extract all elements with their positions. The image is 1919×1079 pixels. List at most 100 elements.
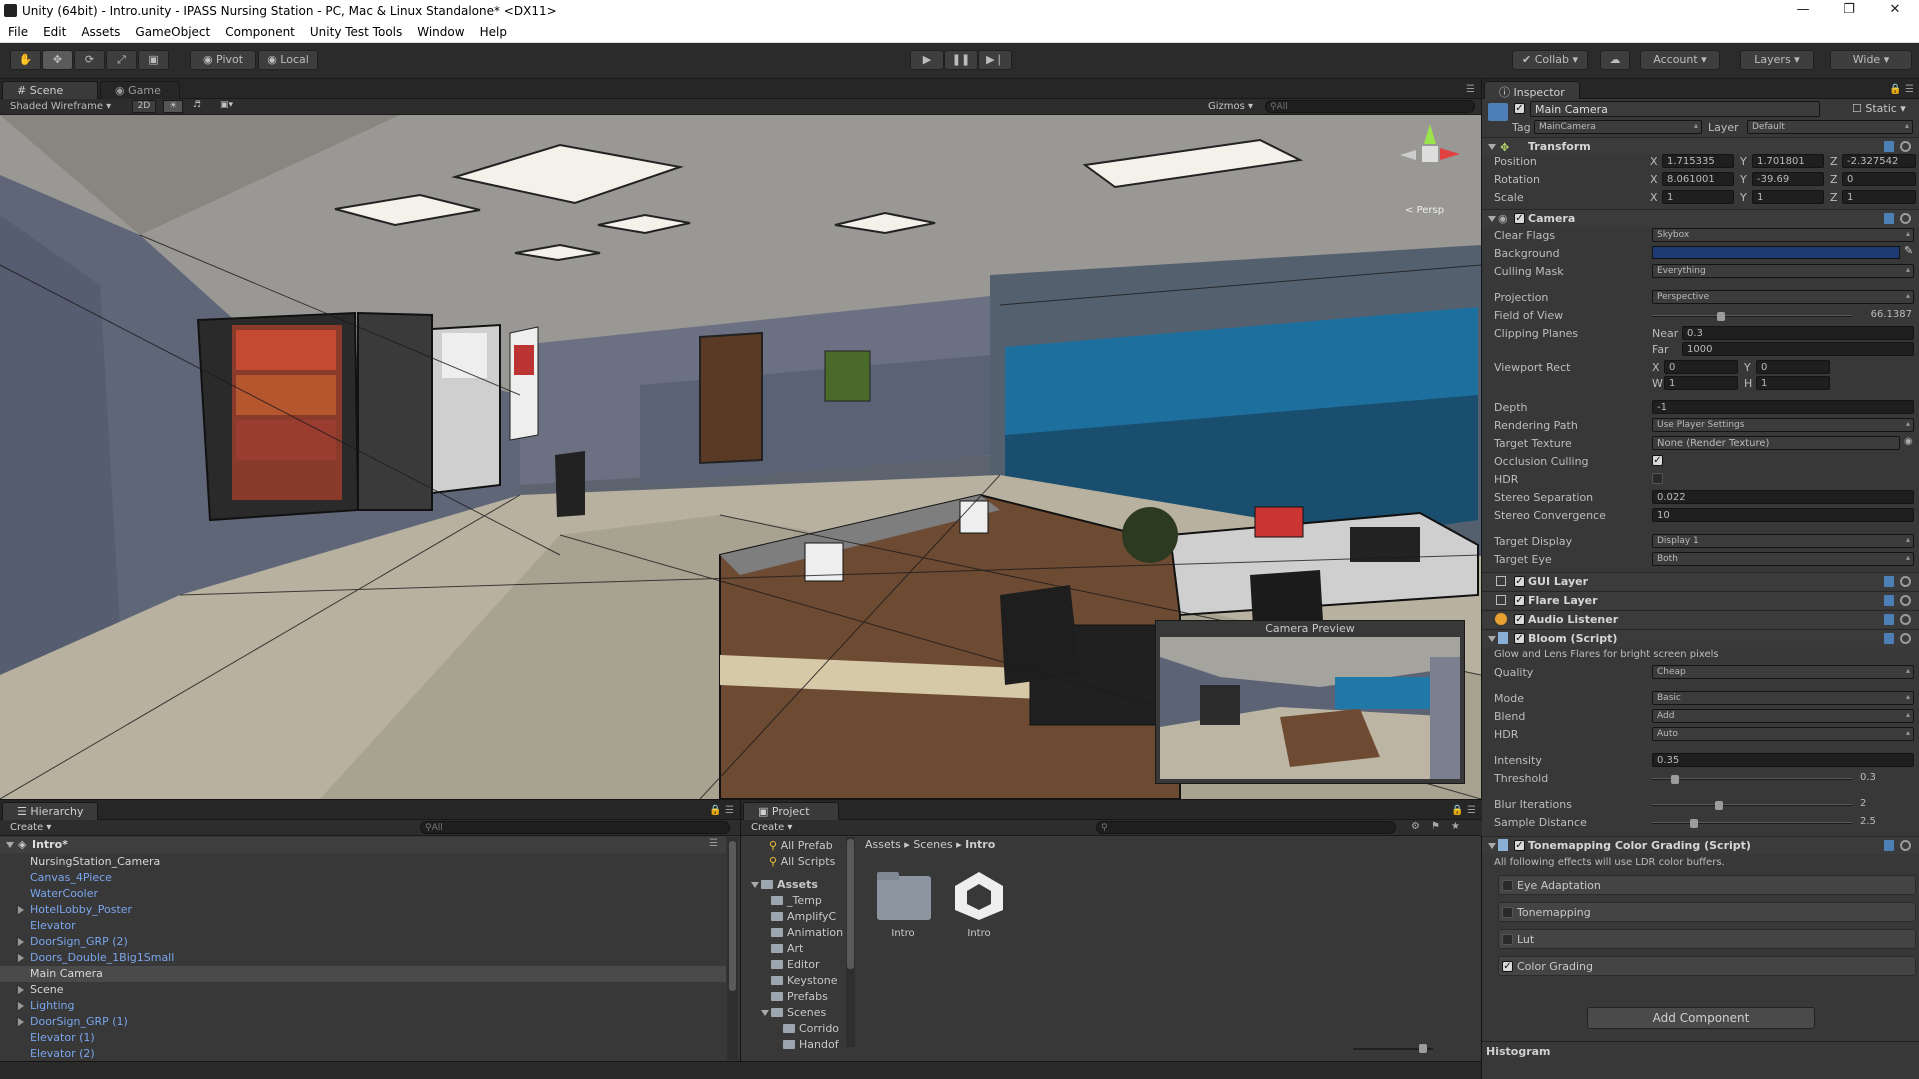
menu-component[interactable]: Component	[217, 22, 302, 39]
tag-dropdown[interactable]: MainCamera	[1534, 120, 1702, 134]
lut-section[interactable]: Lut	[1498, 929, 1916, 949]
target-texture-field[interactable]: None (Render Texture)	[1652, 436, 1900, 450]
flare-layer-header[interactable]: ✓ Flare Layer	[1482, 591, 1919, 609]
account-dropdown[interactable]: Account ▾	[1640, 50, 1720, 70]
eye-adaptation-checkbox[interactable]	[1502, 880, 1513, 891]
settings-gear-icon[interactable]	[1900, 840, 1911, 851]
hand-tool-button[interactable]: ✋	[10, 50, 41, 70]
folder-item[interactable]: Keystone	[771, 974, 837, 987]
hierarchy-scrollbar[interactable]	[727, 837, 738, 1060]
favorite-all-prefabs[interactable]: ⚲ All Prefab	[769, 839, 833, 852]
threshold-slider[interactable]	[1652, 775, 1852, 784]
scale-tool-button[interactable]: ⤢	[106, 50, 137, 70]
eye-adaptation-section[interactable]: Eye Adaptation	[1498, 875, 1916, 895]
folder-item[interactable]: Editor	[771, 958, 820, 971]
menu-help[interactable]: Help	[472, 22, 514, 39]
audio-listener-checkbox[interactable]: ✓	[1514, 614, 1525, 625]
hierarchy-create-dropdown[interactable]: Create ▾	[10, 822, 51, 833]
sample-distance-slider-knob[interactable]	[1690, 819, 1699, 828]
expand-arrow-icon[interactable]	[18, 986, 24, 994]
project-tree-scrollbar[interactable]	[846, 837, 855, 1047]
foldout-arrow-icon[interactable]	[1488, 216, 1496, 222]
tab-game[interactable]: ◉ Game	[100, 81, 180, 99]
layers-dropdown[interactable]: Layers ▾	[1740, 50, 1814, 70]
viewport-w-field[interactable]: 1	[1664, 376, 1738, 390]
folder-item[interactable]: Animation	[771, 926, 843, 939]
foldout-arrow-icon[interactable]	[751, 882, 759, 888]
foldout-arrow-icon[interactable]	[1488, 144, 1496, 150]
gizmo-y-axis[interactable]	[1424, 124, 1436, 144]
draw-mode-dropdown[interactable]: Shaded Wireframe ▾	[10, 101, 111, 112]
settings-gear-icon[interactable]	[1900, 595, 1911, 606]
list-item[interactable]: Scene	[30, 983, 64, 996]
clear-flags-dropdown[interactable]: Skybox	[1652, 228, 1914, 242]
scene-search-input[interactable]: ⚲All	[1265, 100, 1475, 113]
breadcrumb-item-current[interactable]: Intro	[965, 838, 995, 851]
projection-dropdown[interactable]: Perspective	[1652, 290, 1914, 304]
color-grading-checkbox[interactable]: ✓	[1502, 961, 1513, 972]
transform-header[interactable]: ✥ Transform	[1482, 137, 1919, 155]
help-book-icon[interactable]	[1884, 614, 1894, 625]
breadcrumb-item[interactable]: Scenes	[913, 838, 952, 851]
quality-dropdown[interactable]: Cheap	[1652, 665, 1914, 679]
eyedropper-icon[interactable]: ✎	[1904, 244, 1913, 257]
gizmos-dropdown[interactable]: Gizmos ▾	[1208, 101, 1253, 112]
settings-gear-icon[interactable]	[1900, 576, 1911, 587]
depth-field[interactable]: -1	[1652, 400, 1914, 414]
culling-mask-dropdown[interactable]: Everything	[1652, 264, 1914, 278]
fov-field[interactable]: 66.1387	[1856, 308, 1916, 322]
camera-enabled-checkbox[interactable]: ✓	[1514, 213, 1525, 224]
stereo-separation-field[interactable]: 0.022	[1652, 490, 1914, 504]
settings-gear-icon[interactable]	[1900, 633, 1911, 644]
help-book-icon[interactable]	[1884, 141, 1894, 152]
list-item[interactable]: Elevator (1)	[30, 1031, 95, 1044]
menu-unity-test-tools[interactable]: Unity Test Tools	[302, 22, 409, 39]
foldout-arrow-icon[interactable]	[1488, 843, 1496, 849]
threshold-field[interactable]: 0.3	[1856, 771, 1916, 785]
folder-item[interactable]: Corrido	[783, 1022, 839, 1035]
scale-z-field[interactable]: 1	[1842, 190, 1916, 204]
folder-item[interactable]: Prefabs	[771, 990, 828, 1003]
rotation-x-field[interactable]: 8.061001	[1662, 172, 1734, 186]
intensity-field[interactable]: 0.35	[1652, 753, 1914, 767]
settings-gear-icon[interactable]	[1900, 614, 1911, 625]
audio-toggle-icon[interactable]: ♬	[193, 100, 201, 110]
background-color-swatch[interactable]	[1652, 246, 1900, 259]
minimize-button[interactable]: —	[1781, 0, 1825, 22]
gizmo-x-axis[interactable]	[1440, 148, 1460, 160]
object-picker-icon[interactable]: ◉	[1904, 436, 1913, 447]
project-create-dropdown[interactable]: Create ▾	[751, 822, 792, 833]
blur-iterations-slider-knob[interactable]	[1715, 801, 1724, 810]
tab-scene[interactable]: # Scene	[2, 81, 98, 99]
tab-project[interactable]: ▣ Project	[743, 802, 839, 820]
step-button[interactable]: ▶❘	[978, 50, 1012, 70]
list-item[interactable]: DoorSign_GRP (2)	[30, 935, 128, 948]
2d-toggle[interactable]: 2D	[132, 100, 156, 113]
list-item[interactable]: Elevator	[30, 919, 76, 932]
cloud-icon[interactable]: ☁	[1600, 50, 1630, 70]
viewport-h-field[interactable]: 1	[1756, 376, 1830, 390]
foldout-arrow-icon[interactable]	[1488, 636, 1496, 642]
gameobject-active-checkbox[interactable]: ✓	[1514, 103, 1525, 114]
inspector-menu-icon[interactable]: 🔒 ☰	[1889, 84, 1914, 95]
menu-edit[interactable]: Edit	[35, 22, 73, 39]
menu-window[interactable]: Window	[409, 22, 471, 39]
help-book-icon[interactable]	[1884, 840, 1894, 851]
settings-gear-icon[interactable]	[1900, 141, 1911, 152]
hierarchy-scroll-thumb[interactable]	[729, 841, 736, 991]
viewport-y-field[interactable]: 0	[1756, 360, 1830, 374]
target-eye-dropdown[interactable]: Both	[1652, 552, 1914, 566]
position-x-field[interactable]: 1.715335	[1662, 154, 1734, 168]
breadcrumb-item[interactable]: Assets	[865, 838, 901, 851]
rect-tool-button[interactable]: ▣	[138, 50, 169, 70]
list-item[interactable]: HotelLobby_Poster	[30, 903, 132, 916]
collab-dropdown[interactable]: ✔ Collab ▾	[1512, 50, 1588, 70]
play-button[interactable]: ▶	[910, 50, 944, 70]
gizmo-neg-x[interactable]	[1400, 150, 1416, 160]
favorite-all-scripts[interactable]: ⚲ All Scripts	[769, 855, 835, 868]
layer-dropdown[interactable]: Default	[1747, 120, 1913, 134]
filter-by-label-icon[interactable]: ⚑	[1431, 821, 1440, 832]
icon-size-slider[interactable]	[1353, 1044, 1433, 1053]
expand-arrow-icon[interactable]	[18, 938, 24, 946]
folder-item[interactable]: _Temp	[771, 894, 822, 907]
